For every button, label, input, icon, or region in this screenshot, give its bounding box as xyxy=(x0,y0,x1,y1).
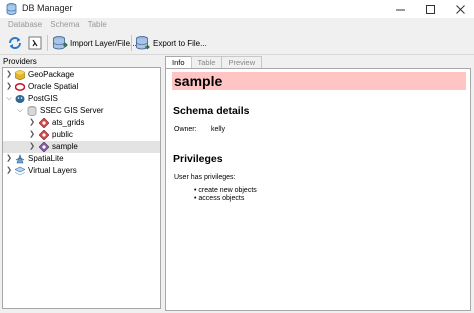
tree-item-schema-ats-grids[interactable]: ❯ ats_grids xyxy=(3,117,160,129)
expand-arrow-icon[interactable]: ❯ xyxy=(28,117,36,129)
export-database-icon xyxy=(136,36,150,50)
maximize-button[interactable] xyxy=(415,0,445,18)
details-panel: Info Table Preview sample Schema details… xyxy=(165,56,471,313)
tree-item-label: Virtual Layers xyxy=(28,166,77,175)
geopackage-icon xyxy=(15,70,25,80)
owner-label: Owner: xyxy=(174,126,197,133)
database-icon xyxy=(6,3,17,15)
toolbar: Import Layer/File... Export to File... xyxy=(0,31,474,55)
refresh-icon xyxy=(9,37,21,49)
owner-value: kelly xyxy=(211,126,226,133)
tree-item-label: ats_grids xyxy=(52,118,85,127)
collapse-arrow-icon[interactable]: ⌵ xyxy=(5,93,13,105)
providers-panel: Providers ❯ GeoPackage ❯ Oracle Spatial … xyxy=(0,56,163,313)
toolbar-separator xyxy=(47,35,48,51)
expand-arrow-icon[interactable]: ❯ xyxy=(5,81,13,93)
providers-header: Providers xyxy=(3,57,37,66)
close-icon xyxy=(455,4,465,14)
refresh-button[interactable] xyxy=(7,34,23,52)
tree-item-label: GeoPackage xyxy=(28,70,75,79)
postgis-icon xyxy=(15,95,25,103)
expand-arrow-icon[interactable]: ❯ xyxy=(5,165,13,177)
import-layer-label: Import Layer/File... xyxy=(70,38,137,48)
tree-item-label: public xyxy=(52,130,73,139)
maximize-icon xyxy=(425,4,435,14)
menu-database[interactable]: Database xyxy=(4,18,46,31)
info-content: sample Schema details Owner: kelly Privi… xyxy=(165,68,471,311)
tree-item-virtual-layers[interactable]: ❯ Virtual Layers xyxy=(3,165,160,177)
tree-item-schema-public[interactable]: ❯ public xyxy=(3,129,160,141)
sql-window-icon xyxy=(28,36,42,50)
privilege-item: create new objects xyxy=(194,187,256,195)
tab-bar: Info Table Preview xyxy=(165,56,263,68)
minimize-button[interactable] xyxy=(385,0,415,18)
tree-item-label: SSEC GIS Server xyxy=(40,106,104,115)
tree-item-label: SpatiaLite xyxy=(28,154,64,163)
schema-icon xyxy=(39,118,49,128)
title-bar: DB Manager xyxy=(0,0,474,18)
schema-icon xyxy=(39,142,49,152)
providers-tree[interactable]: ❯ GeoPackage ❯ Oracle Spatial ⌵ PostGIS xyxy=(2,67,161,309)
privileges-intro: User has privileges: xyxy=(174,174,236,181)
collapse-arrow-icon[interactable]: ⌵ xyxy=(16,105,24,117)
tree-item-label: PostGIS xyxy=(28,94,58,103)
schema-icon xyxy=(39,130,49,140)
tree-item-geopackage[interactable]: ❯ GeoPackage xyxy=(3,69,160,81)
info-title: sample xyxy=(174,73,223,89)
tab-preview[interactable]: Preview xyxy=(221,56,263,68)
window-title: DB Manager xyxy=(22,3,73,13)
import-database-icon xyxy=(53,36,68,50)
close-button[interactable] xyxy=(445,0,474,18)
privileges-list: create new objects access objects xyxy=(194,187,257,203)
spatialite-icon xyxy=(15,154,25,164)
virtual-layers-icon xyxy=(15,166,25,176)
expand-arrow-icon[interactable]: ❯ xyxy=(5,153,13,165)
schema-details-heading: Schema details xyxy=(173,105,250,117)
menu-bar: Database Schema Table xyxy=(0,18,474,31)
export-file-label: Export to File... xyxy=(153,38,207,48)
expand-arrow-icon[interactable]: ❯ xyxy=(28,129,36,141)
tree-item-oracle-spatial[interactable]: ❯ Oracle Spatial xyxy=(3,81,160,93)
tab-table[interactable]: Table xyxy=(190,56,223,68)
privilege-item: access objects xyxy=(194,195,257,203)
tree-item-spatialite[interactable]: ❯ SpatiaLite xyxy=(3,153,160,165)
server-icon xyxy=(27,106,37,116)
privileges-heading: Privileges xyxy=(173,153,223,165)
toolbar-separator xyxy=(131,35,132,51)
tree-item-postgis[interactable]: ⌵ PostGIS xyxy=(3,93,160,105)
export-file-button[interactable]: Export to File... xyxy=(135,34,207,52)
expand-arrow-icon[interactable]: ❯ xyxy=(5,69,13,81)
tree-item-label: Oracle Spatial xyxy=(28,82,79,91)
expand-arrow-icon[interactable]: ❯ xyxy=(28,141,36,153)
tree-item-label: sample xyxy=(52,142,78,151)
import-layer-button[interactable]: Import Layer/File... xyxy=(52,34,137,52)
sql-window-button[interactable] xyxy=(27,34,43,52)
tab-info[interactable]: Info xyxy=(165,56,192,68)
oracle-icon xyxy=(15,83,25,91)
menu-schema[interactable]: Schema xyxy=(46,18,83,31)
menu-table[interactable]: Table xyxy=(84,18,111,31)
tree-item-ssec-gis-server[interactable]: ⌵ SSEC GIS Server xyxy=(3,105,160,117)
tree-item-schema-sample[interactable]: ❯ sample xyxy=(3,141,160,153)
info-title-banner: sample xyxy=(172,72,466,90)
minimize-icon xyxy=(395,9,405,10)
